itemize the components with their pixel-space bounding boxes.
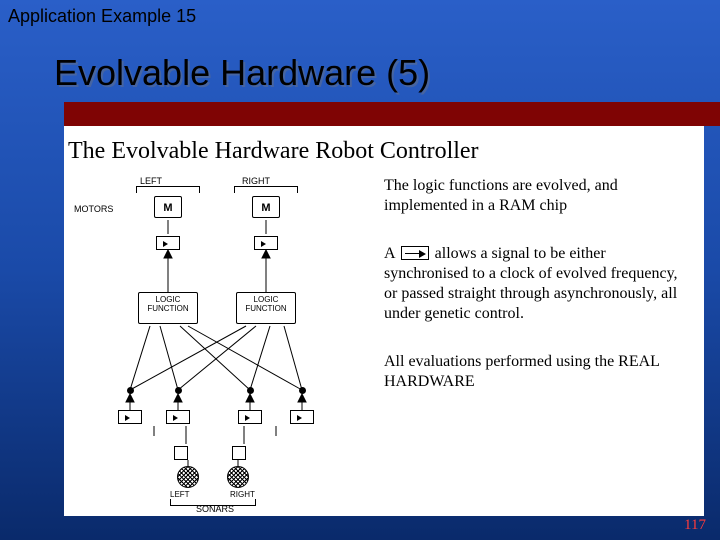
paragraph-2: A allows a signal to be either synchroni…	[384, 244, 692, 324]
diagram-sync-br1	[238, 410, 262, 424]
diagram-sonar-right-label: RIGHT	[230, 490, 255, 499]
header-label: Application Example 15	[8, 6, 196, 27]
description-column: The logic functions are evolved, and imp…	[384, 176, 692, 420]
diagram-sonar-left-label: LEFT	[170, 490, 190, 499]
diagram-left-label: LEFT	[140, 176, 196, 186]
diagram-sync-top-left	[156, 236, 180, 250]
diagram-logic-right: LOGICFUNCTION	[236, 292, 296, 324]
diagram-sync-bl1	[118, 410, 142, 424]
sync-box-icon	[401, 246, 429, 260]
diagram-sync-bl2	[166, 410, 190, 424]
slide-title: Evolvable Hardware (5)	[54, 52, 430, 94]
diagram-right-label: RIGHT	[242, 176, 298, 186]
diagram-sync-br2	[290, 410, 314, 424]
diagram-sonar-left	[177, 466, 199, 488]
diagram-motor-right: M	[252, 196, 280, 218]
title-underline	[0, 102, 720, 126]
page-number: 117	[684, 517, 706, 534]
content-area: The Evolvable Hardware Robot Controller	[64, 126, 704, 516]
paragraph-1: The logic functions are evolved, and imp…	[384, 176, 692, 216]
diagram-wires	[70, 174, 366, 504]
controller-diagram: LEFT RIGHT MOTORS M M LOGICFUNCTION LOGI…	[70, 174, 366, 504]
diagram-sonar-right	[227, 466, 249, 488]
diagram-sync-top-right	[254, 236, 278, 250]
diagram-motors-label: MOTORS	[74, 204, 113, 214]
diagram-logic-left: LOGICFUNCTION	[138, 292, 198, 324]
slide-subtitle: The Evolvable Hardware Robot Controller	[68, 138, 479, 165]
diagram-motor-left: M	[154, 196, 182, 218]
diagram-sonars-label: SONARS	[196, 504, 234, 514]
paragraph-3: All evaluations performed using the REAL…	[384, 352, 692, 392]
